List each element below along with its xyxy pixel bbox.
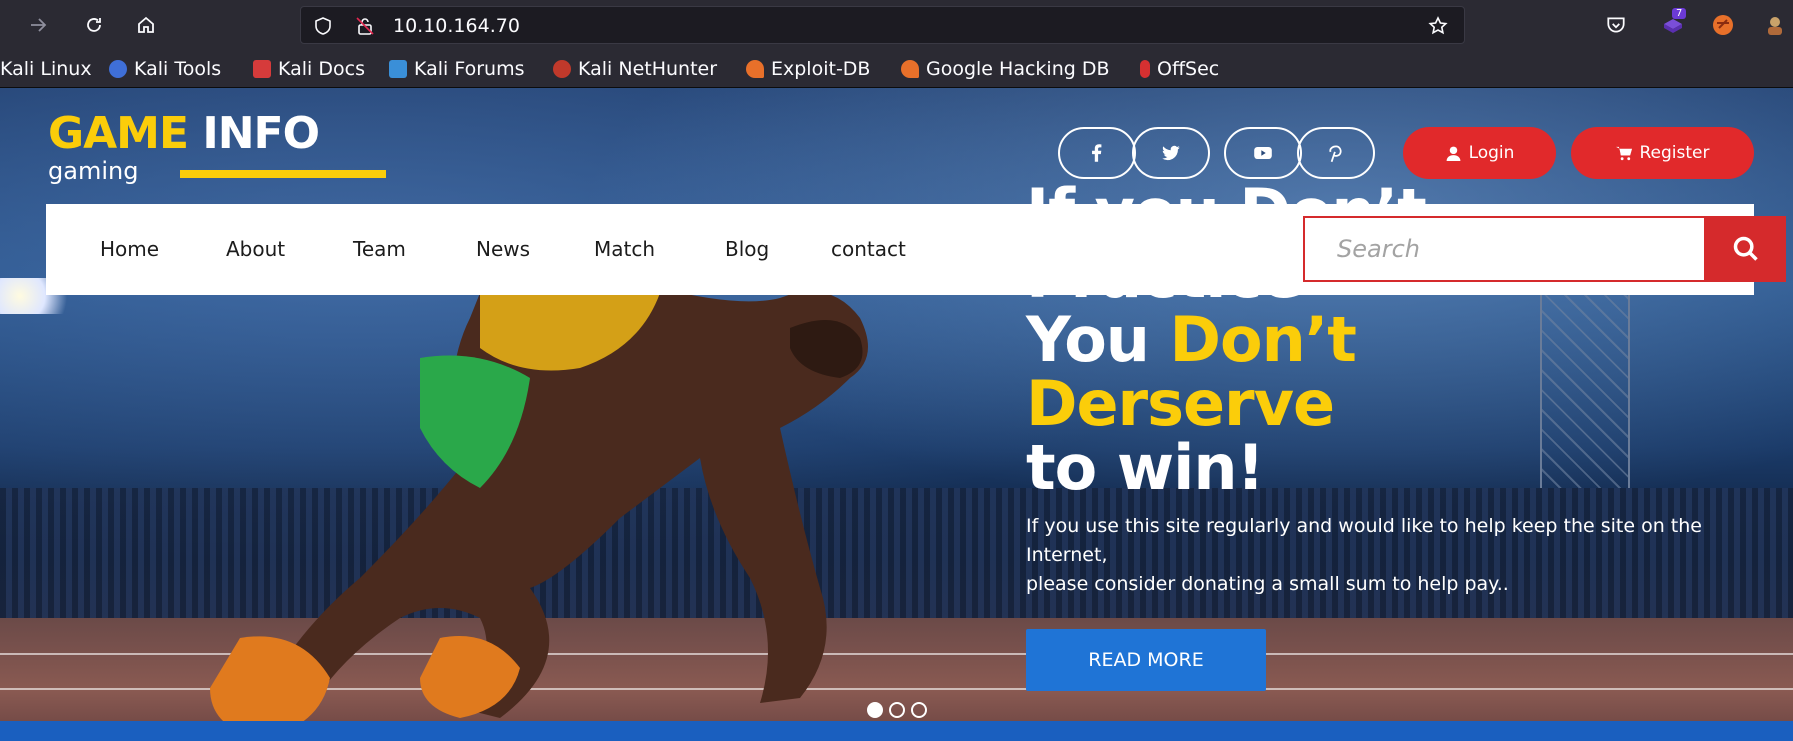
bookmark-star-icon[interactable] bbox=[1428, 16, 1448, 36]
nav-team[interactable]: Team bbox=[353, 237, 406, 261]
reload-icon[interactable] bbox=[78, 9, 110, 41]
runner-image bbox=[210, 265, 868, 738]
bookmark-exploit-db[interactable]: Exploit-DB bbox=[746, 58, 870, 80]
bookmarks-bar: Kali Linux Kali Tools Kali Docs Kali For… bbox=[0, 50, 1793, 88]
user-icon bbox=[1446, 146, 1460, 161]
offsec-favicon-icon bbox=[1140, 60, 1150, 78]
bookmark-google-hacking-db[interactable]: Google Hacking DB bbox=[901, 58, 1110, 80]
url-text[interactable]: 10.10.164.70 bbox=[393, 15, 520, 37]
logo-game-text: GAME bbox=[48, 108, 189, 159]
hero-line-3-white: You bbox=[1026, 303, 1150, 376]
carousel-indicators bbox=[867, 702, 927, 718]
login-label: Login bbox=[1468, 143, 1515, 163]
browser-toolbar: 10.10.164.70 7 bbox=[0, 0, 1793, 50]
hero-line-3-yellow: Don’t bbox=[1169, 303, 1357, 376]
facebook-button[interactable] bbox=[1058, 127, 1136, 179]
hero-description: If you use this site regularly and would… bbox=[1026, 512, 1746, 599]
pocket-icon[interactable] bbox=[1603, 12, 1629, 38]
register-button[interactable]: Register bbox=[1571, 127, 1754, 179]
bookmark-label: Kali NetHunter bbox=[578, 58, 718, 80]
bookmark-label: Exploit-DB bbox=[771, 58, 871, 80]
bookmark-offsec[interactable]: OffSec bbox=[1140, 58, 1219, 80]
bookmark-label: Kali Docs bbox=[278, 58, 365, 80]
hero-line-3: You Don’t bbox=[1026, 308, 1766, 372]
kali-docs-favicon-icon bbox=[253, 60, 271, 78]
bookmark-label: Kali Forums bbox=[414, 58, 525, 80]
extension-fox-icon[interactable] bbox=[1710, 12, 1736, 38]
login-button[interactable]: Login bbox=[1403, 127, 1556, 179]
home-icon[interactable] bbox=[130, 9, 162, 41]
logo-info-text: INFO bbox=[202, 108, 320, 159]
carousel-dot-3[interactable] bbox=[911, 702, 927, 718]
web-page: GAME INFO gaming Login Register If you D… bbox=[0, 88, 1793, 741]
bookmark-label: Kali Tools bbox=[134, 58, 222, 80]
exploit-db-favicon-icon bbox=[746, 60, 764, 78]
search-icon bbox=[1733, 236, 1758, 261]
section-strip bbox=[0, 721, 1793, 741]
bookmark-kali-docs[interactable]: Kali Docs bbox=[253, 58, 365, 80]
kali-tools-favicon-icon bbox=[109, 60, 127, 78]
main-navbar: Home About Team News Match Blog contact bbox=[46, 204, 1786, 295]
nav-contact[interactable]: contact bbox=[831, 237, 906, 261]
bookmark-kali-nethunter[interactable]: Kali NetHunter bbox=[553, 58, 717, 80]
extension-icon[interactable]: 7 bbox=[1660, 8, 1687, 38]
pinterest-button[interactable] bbox=[1297, 127, 1375, 179]
ghdb-favicon-icon bbox=[901, 60, 919, 78]
youtube-icon bbox=[1254, 146, 1272, 160]
bookmark-kali-tools[interactable]: Kali Tools bbox=[109, 58, 221, 80]
bookmark-kali-forums[interactable]: Kali Forums bbox=[389, 58, 525, 80]
twitter-button[interactable] bbox=[1132, 127, 1210, 179]
extension-agent-icon[interactable] bbox=[1762, 12, 1788, 38]
insecure-lock-icon[interactable] bbox=[355, 16, 375, 36]
shield-icon[interactable] bbox=[313, 16, 333, 36]
search-box bbox=[1303, 216, 1706, 282]
pinterest-icon bbox=[1329, 145, 1342, 163]
hero-line-5: to win! bbox=[1026, 436, 1766, 500]
bookmark-label: Kali Linux bbox=[0, 58, 92, 80]
nav-home[interactable]: Home bbox=[100, 237, 159, 261]
facebook-icon bbox=[1092, 144, 1102, 162]
address-bar[interactable]: 10.10.164.70 bbox=[300, 6, 1465, 44]
hero-line-4: Derserve bbox=[1026, 372, 1766, 436]
hero-line-5-text: to win! bbox=[1026, 431, 1265, 504]
search-button[interactable] bbox=[1706, 216, 1786, 282]
read-more-button[interactable]: READ MORE bbox=[1026, 629, 1266, 691]
extension-badge: 7 bbox=[1672, 8, 1687, 19]
bookmark-kali-linux[interactable]: Kali Linux bbox=[0, 58, 92, 80]
kali-nethunter-favicon-icon bbox=[553, 60, 571, 78]
search-input[interactable] bbox=[1305, 218, 1705, 280]
nav-match[interactable]: Match bbox=[594, 237, 655, 261]
bookmark-label: OffSec bbox=[1157, 58, 1220, 80]
hero-paragraph-1: If you use this site regularly and would… bbox=[1026, 515, 1702, 566]
nav-about[interactable]: About bbox=[226, 237, 285, 261]
carousel-dot-2[interactable] bbox=[889, 702, 905, 718]
register-label: Register bbox=[1639, 143, 1710, 163]
nav-blog[interactable]: Blog bbox=[725, 237, 769, 261]
twitter-icon bbox=[1162, 145, 1180, 161]
hero-paragraph-2: please consider donating a small sum to … bbox=[1026, 573, 1509, 595]
nav-news[interactable]: News bbox=[476, 237, 530, 261]
carousel-dot-1[interactable] bbox=[867, 702, 883, 718]
hero-line-4-text: Derserve bbox=[1026, 367, 1335, 440]
youtube-button[interactable] bbox=[1224, 127, 1302, 179]
shopping-cart-icon bbox=[1615, 146, 1632, 160]
kali-forums-favicon-icon bbox=[389, 60, 407, 78]
back-arrow-icon[interactable] bbox=[22, 9, 54, 41]
bookmark-label: Google Hacking DB bbox=[926, 58, 1110, 80]
logo-underline bbox=[180, 170, 386, 178]
